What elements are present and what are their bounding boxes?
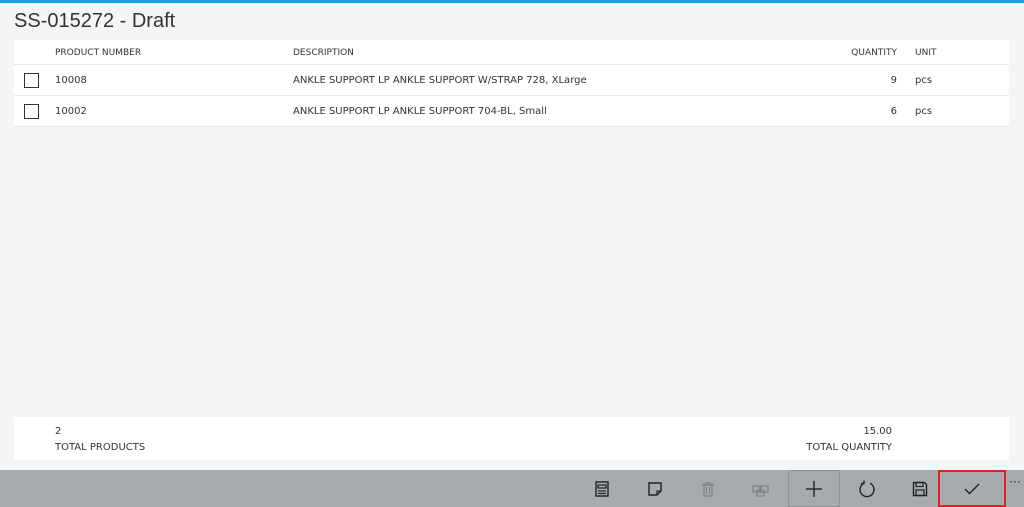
total-quantity-label: TOTAL QUANTITY	[806, 442, 892, 453]
document-icon	[595, 480, 609, 497]
confirm-button[interactable]	[938, 470, 1006, 507]
document-button[interactable]	[576, 470, 628, 507]
table-row[interactable]: 10008 ANKLE SUPPORT LP ANKLE SUPPORT W/S…	[14, 65, 1009, 96]
column-header-unit[interactable]: UNIT	[915, 48, 936, 58]
note-icon	[648, 481, 662, 496]
note-button[interactable]	[629, 470, 681, 507]
total-quantity-value: 15.00	[863, 426, 892, 437]
column-header-product-number[interactable]: PRODUCT NUMBER	[55, 48, 141, 58]
quantity-cell: 9	[890, 75, 897, 86]
delete-icon	[702, 481, 714, 497]
column-header-quantity[interactable]: QUANTITY	[851, 48, 897, 58]
row-checkbox[interactable]	[24, 104, 39, 119]
add-button[interactable]	[788, 470, 840, 507]
product-number-cell: 10008	[55, 75, 87, 86]
product-grid: PRODUCT NUMBER DESCRIPTION QUANTITY UNIT…	[14, 40, 1009, 410]
refresh-button[interactable]	[841, 470, 893, 507]
row-checkbox[interactable]	[24, 73, 39, 88]
more-options-button[interactable]: ···	[1006, 476, 1024, 496]
quantity-cell: 6	[890, 106, 897, 117]
description-cell: ANKLE SUPPORT LP ANKLE SUPPORT W/STRAP 7…	[293, 75, 587, 86]
total-products-value: 2	[55, 426, 62, 437]
boxes-icon	[752, 484, 769, 497]
total-products-label: TOTAL PRODUCTS	[55, 442, 146, 453]
unit-cell: pcs	[915, 75, 933, 86]
add-icon	[806, 480, 822, 497]
refresh-icon	[859, 480, 875, 497]
delete-button[interactable]	[682, 470, 734, 507]
description-cell: ANKLE SUPPORT LP ANKLE SUPPORT 704-BL, S…	[293, 106, 547, 117]
unit-cell: pcs	[915, 106, 933, 117]
top-accent-bar	[0, 0, 1024, 3]
boxes-button[interactable]	[735, 470, 787, 507]
save-icon	[912, 481, 928, 496]
page-title: SS-015272 - Draft	[14, 10, 176, 32]
grid-header: PRODUCT NUMBER DESCRIPTION QUANTITY UNIT	[14, 40, 1009, 65]
checkmark-icon	[964, 483, 980, 494]
totals-bar: 2 TOTAL PRODUCTS 15.00 TOTAL QUANTITY	[14, 417, 1009, 460]
column-header-description[interactable]: DESCRIPTION	[293, 48, 354, 58]
app-bar	[0, 470, 1024, 507]
product-number-cell: 10002	[55, 106, 87, 117]
table-row[interactable]: 10002 ANKLE SUPPORT LP ANKLE SUPPORT 704…	[14, 96, 1009, 127]
